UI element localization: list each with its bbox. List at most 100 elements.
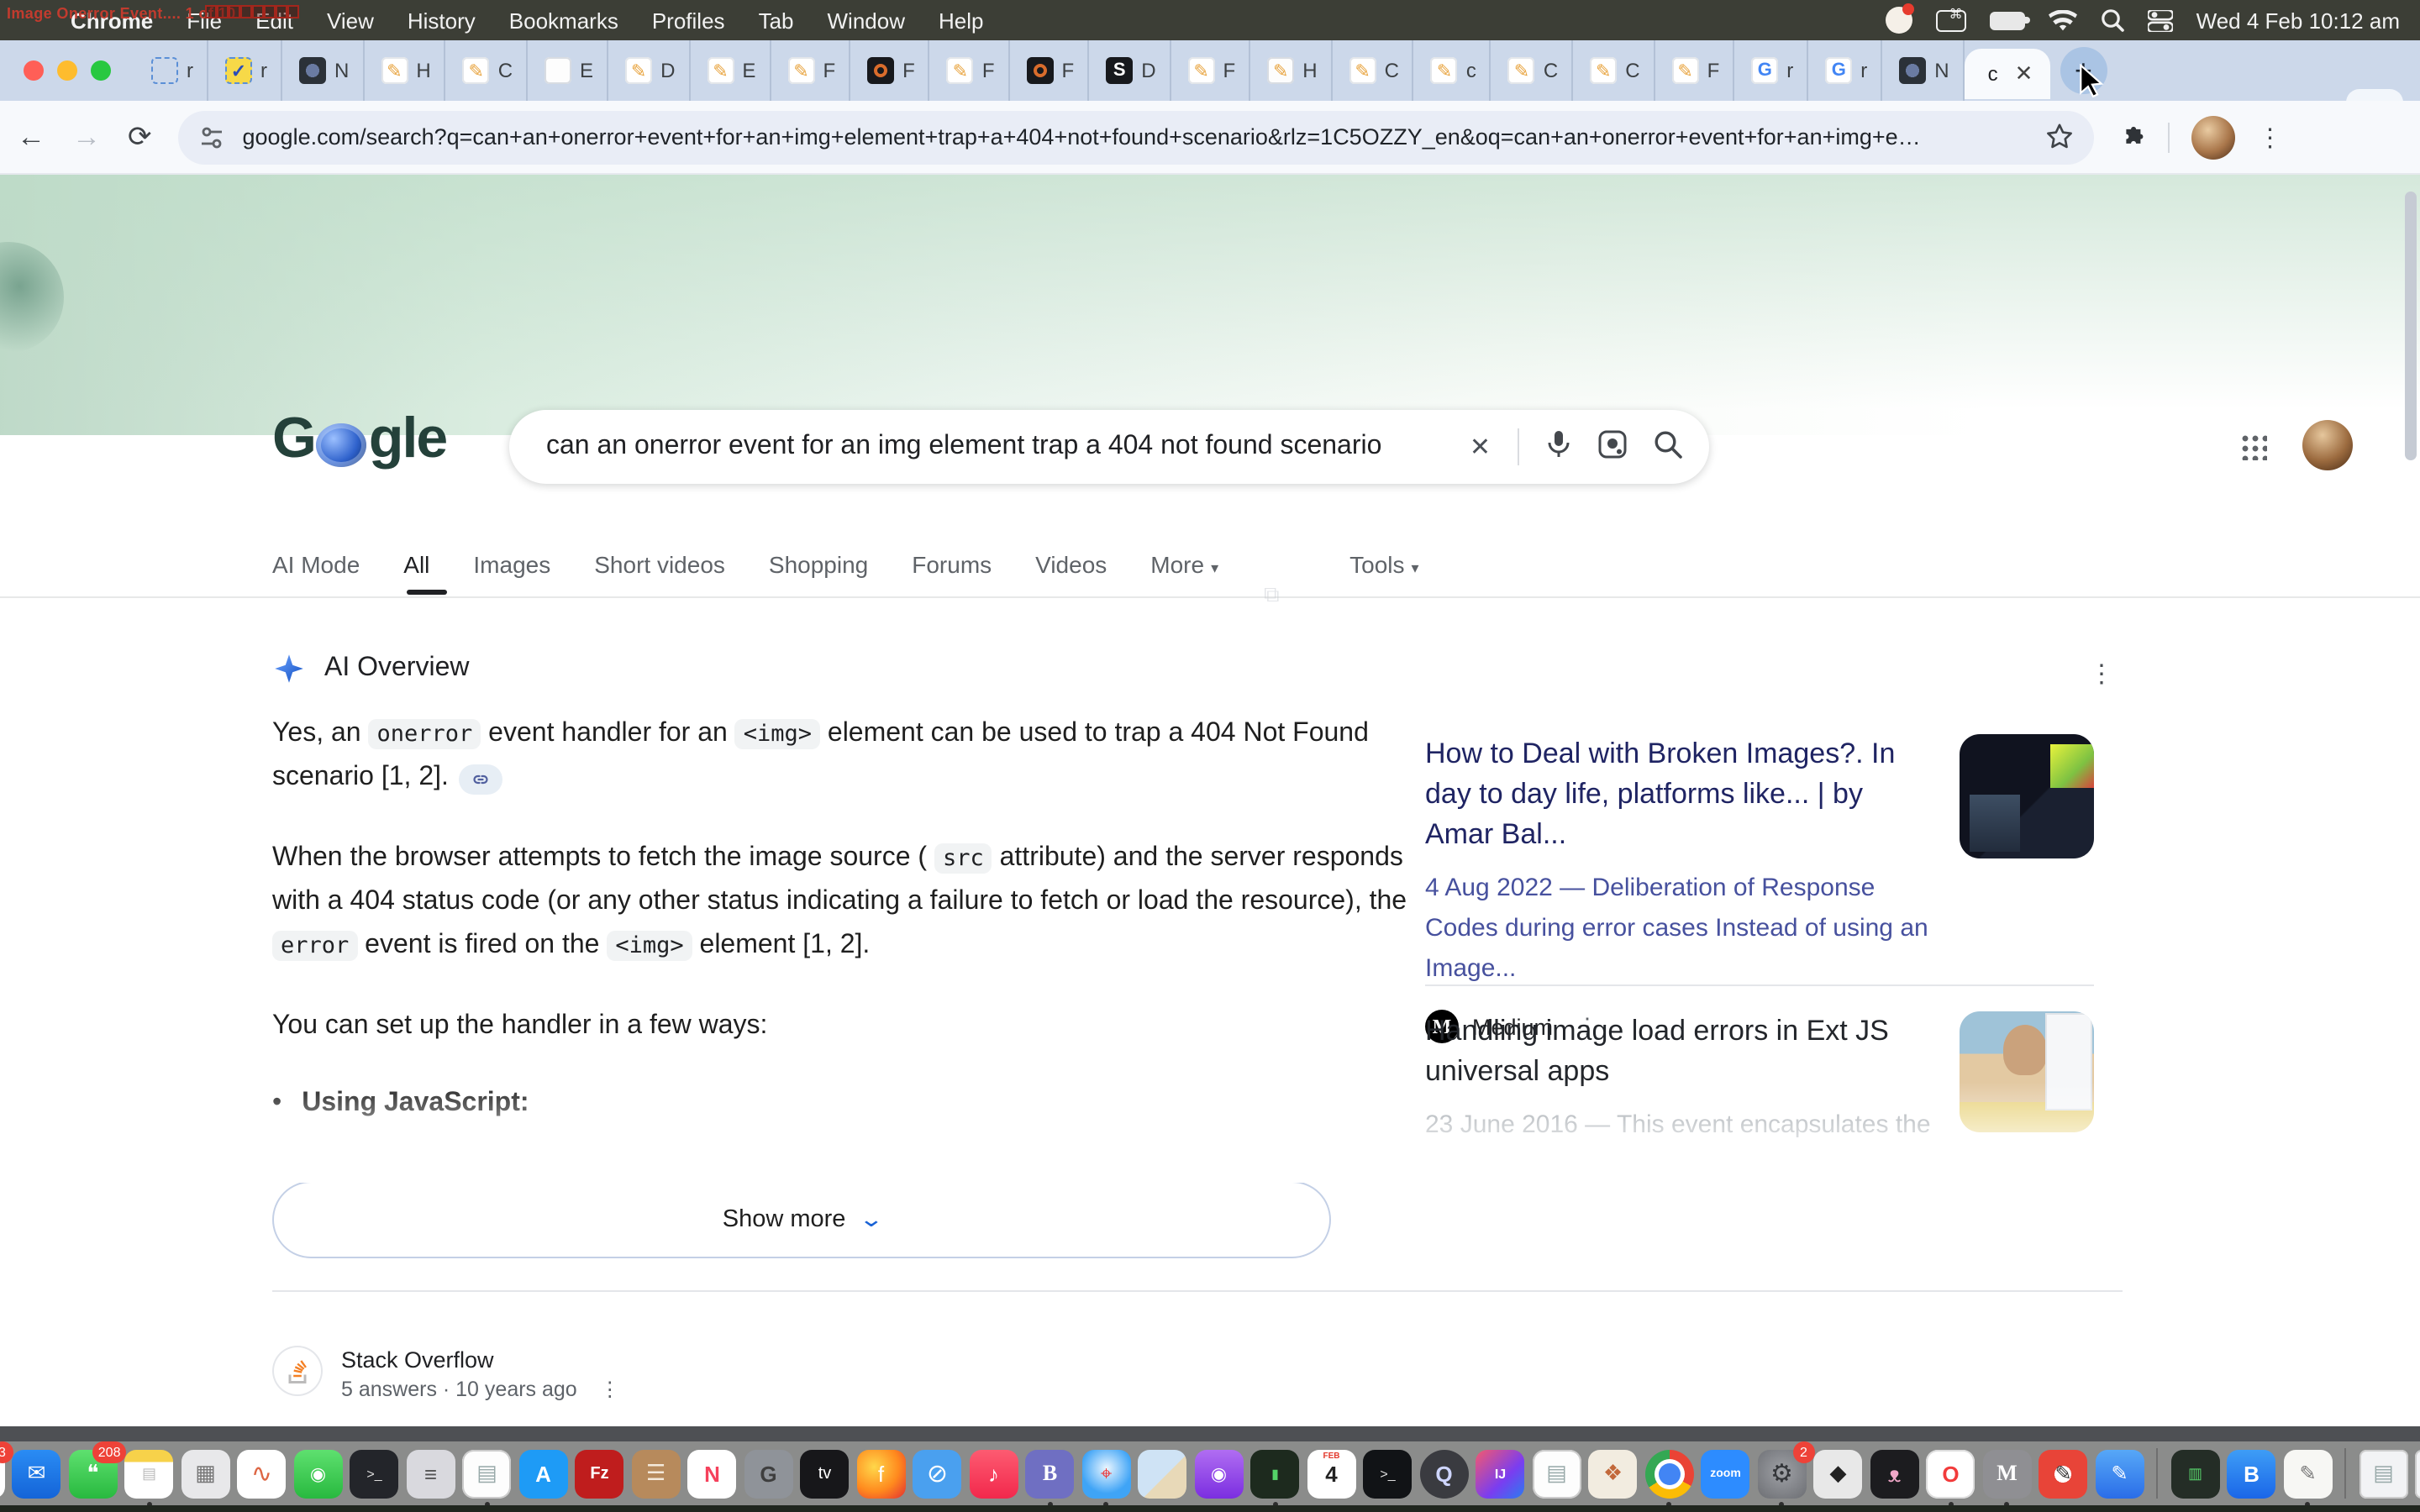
dock-icon-safari[interactable]: ⌖ <box>1082 1449 1131 1498</box>
dock-icon-mail[interactable]: ✉ <box>13 1449 61 1498</box>
menu-bar-clock[interactable]: Wed 4 Feb 10:12 am <box>2196 8 2400 33</box>
dock-icon-news[interactable]: N <box>688 1449 737 1498</box>
sidebar-card-extjs[interactable]: Handling image load errors in Ext JS uni… <box>1425 1011 2094 1146</box>
forward-button[interactable]: → <box>72 120 101 154</box>
tab-videos[interactable]: Videos <box>1035 551 1107 595</box>
dock-icon-reminders[interactable]: ☰3 <box>0 1449 5 1498</box>
browser-tab-15[interactable]: ✎H <box>1250 40 1332 101</box>
chrome-menu-kebab[interactable]: ⋮ <box>2258 122 2283 152</box>
browser-tab-19[interactable]: ✎C <box>1573 40 1655 101</box>
menu-item-tab[interactable]: Tab <box>759 8 794 33</box>
browser-tab-7[interactable]: ✎D <box>608 40 690 101</box>
search-query-text[interactable]: can an onerror event for an img element … <box>546 432 1443 462</box>
extensions-icon[interactable] <box>2118 123 2147 151</box>
close-window-button[interactable] <box>24 60 44 81</box>
dock-icon-terminal[interactable]: >_ <box>350 1449 399 1498</box>
ai-overview-menu-kebab[interactable]: ⋮ <box>2089 659 2114 689</box>
browser-tab-1[interactable]: r <box>134 40 208 101</box>
dock-icon-dialpen[interactable]: ✎ <box>2039 1449 2088 1498</box>
dock-icon-bluetooth[interactable]: B <box>2228 1449 2276 1498</box>
clear-search-icon[interactable]: ✕ <box>1470 432 1491 462</box>
menu-item-profiles[interactable]: Profiles <box>652 8 725 33</box>
close-tab-icon[interactable]: ✕ <box>2015 60 2033 87</box>
dock-icon-wave[interactable]: ∿ <box>238 1449 287 1498</box>
result-source-name[interactable]: Stack Overflow <box>341 1347 620 1373</box>
dock-icon-termwin[interactable]: ▥ <box>2171 1449 2220 1498</box>
google-logo[interactable]: G gle <box>272 407 446 472</box>
dock-icon-firefox[interactable]: f <box>857 1449 906 1498</box>
battery-icon[interactable] <box>1990 7 2025 34</box>
dock-icon-terminal2[interactable]: ▮ <box>1251 1449 1300 1498</box>
card-thumbnail[interactable] <box>1960 734 2094 858</box>
dock-icon-gimp[interactable]: G <box>744 1449 793 1498</box>
browser-tab-16[interactable]: ✎C <box>1333 40 1414 101</box>
tab-short-videos[interactable]: Short videos <box>594 551 725 595</box>
menu-item-history[interactable]: History <box>408 8 476 33</box>
zoom-window-button[interactable] <box>91 60 111 81</box>
dock-icon-notes[interactable]: ▤ <box>125 1449 174 1498</box>
app-notification-icon[interactable] <box>1886 7 1912 34</box>
result-menu-kebab[interactable]: ⋮ <box>600 1378 620 1401</box>
dock-icon-calculator[interactable]: ≡ <box>407 1449 455 1498</box>
dock-icon-settings[interactable]: ⚙2 <box>1758 1449 1807 1498</box>
dock-icon-facetime[interactable]: ◉ <box>294 1449 343 1498</box>
tab-shopping[interactable]: Shopping <box>769 551 868 595</box>
dock-icon-launchpad[interactable]: ▦ <box>182 1449 230 1498</box>
browser-tab-13[interactable]: SD <box>1089 40 1171 101</box>
dock-icon-messages[interactable]: ❝208 <box>69 1449 118 1498</box>
dock-icon-appletv[interactable]: tv <box>801 1449 850 1498</box>
dock-icon-music[interactable]: ♪ <box>970 1449 1018 1498</box>
page-scrollbar-thumb[interactable] <box>2405 192 2417 460</box>
dock-icon-contacts[interactable]: ☰ <box>632 1449 681 1498</box>
dock-icon-appstore[interactable]: A <box>519 1449 568 1498</box>
dock-icon-xcodepen[interactable]: ✎ <box>2096 1449 2144 1498</box>
dock-icon-pages[interactable]: ▤ <box>1533 1449 1581 1498</box>
browser-tab-12[interactable]: F <box>1010 40 1090 101</box>
browser-tab-11[interactable]: ✎F <box>930 40 1010 101</box>
voice-search-icon[interactable] <box>1546 429 1571 465</box>
dock-icon-chrome[interactable] <box>1645 1449 1694 1498</box>
site-settings-icon[interactable] <box>199 123 226 150</box>
tab-ai-mode[interactable]: AI Mode <box>272 551 360 595</box>
sidebar-card-medium[interactable]: How to Deal with Broken Images?. In day … <box>1425 734 2094 1043</box>
dock-icon-preview[interactable] <box>1139 1449 1187 1498</box>
active-tab[interactable]: c ✕ <box>1965 48 2050 98</box>
dock-icon-terminal3[interactable]: >_ <box>1364 1449 1413 1498</box>
browser-tab-10[interactable]: F <box>850 40 930 101</box>
browser-tab-2[interactable]: ✓r <box>208 40 282 101</box>
dock-icon-mighty[interactable]: M <box>1983 1449 2032 1498</box>
keyboard-icon[interactable] <box>1936 7 1966 34</box>
card-thumbnail[interactable] <box>1960 1011 2094 1132</box>
tab-images[interactable]: Images <box>473 551 550 595</box>
spotlight-icon[interactable] <box>2101 7 2124 34</box>
dock-icon-noteswin[interactable]: ✎ <box>2284 1449 2333 1498</box>
search-box[interactable]: can an onerror event for an img element … <box>509 410 1709 484</box>
dock-icon-window2[interactable]: ▤ <box>2416 1449 2420 1498</box>
card-title[interactable]: Handling image load errors in Ext JS uni… <box>1425 1011 1936 1092</box>
browser-tab-17[interactable]: ✎c <box>1414 40 1491 101</box>
wifi-icon[interactable] <box>2049 7 2077 34</box>
reload-button[interactable]: ⟳ <box>128 120 152 154</box>
dock-icon-quicktime[interactable]: Q <box>1420 1449 1469 1498</box>
dock-icon-calendar[interactable]: 4 <box>1307 1449 1356 1498</box>
browser-tab-21[interactable]: Gr <box>1734 40 1808 101</box>
browser-tab-6[interactable]: E <box>528 40 608 101</box>
dock-icon-textedit[interactable]: ▤ <box>463 1449 512 1498</box>
bookmark-star-icon[interactable] <box>2046 123 2075 151</box>
browser-tab-8[interactable]: ✎E <box>690 40 771 101</box>
browser-tab-14[interactable]: ✎F <box>1171 40 1251 101</box>
browser-tab-4[interactable]: ✎H <box>364 40 445 101</box>
dock-icon-podcasts[interactable]: ◉ <box>1195 1449 1244 1498</box>
menu-item-view[interactable]: View <box>327 8 374 33</box>
google-apps-grid-icon[interactable] <box>2238 432 2267 460</box>
menu-item-window[interactable]: Window <box>828 8 906 33</box>
browser-tab-22[interactable]: Gr <box>1808 40 1882 101</box>
copy-code-icon[interactable]: ⧉ <box>1264 581 1280 608</box>
dock-icon-intellij[interactable]: IJ <box>1476 1449 1525 1498</box>
dock-icon-blocked[interactable]: ⊘ <box>913 1449 962 1498</box>
dock-icon-bbedit[interactable]: B <box>1026 1449 1075 1498</box>
tab-forums[interactable]: Forums <box>912 551 992 595</box>
dock-icon-darkface[interactable]: ᴥ <box>1870 1449 1919 1498</box>
card-title[interactable]: How to Deal with Broken Images?. In day … <box>1425 734 1936 855</box>
browser-tab-9[interactable]: ✎F <box>771 40 850 101</box>
